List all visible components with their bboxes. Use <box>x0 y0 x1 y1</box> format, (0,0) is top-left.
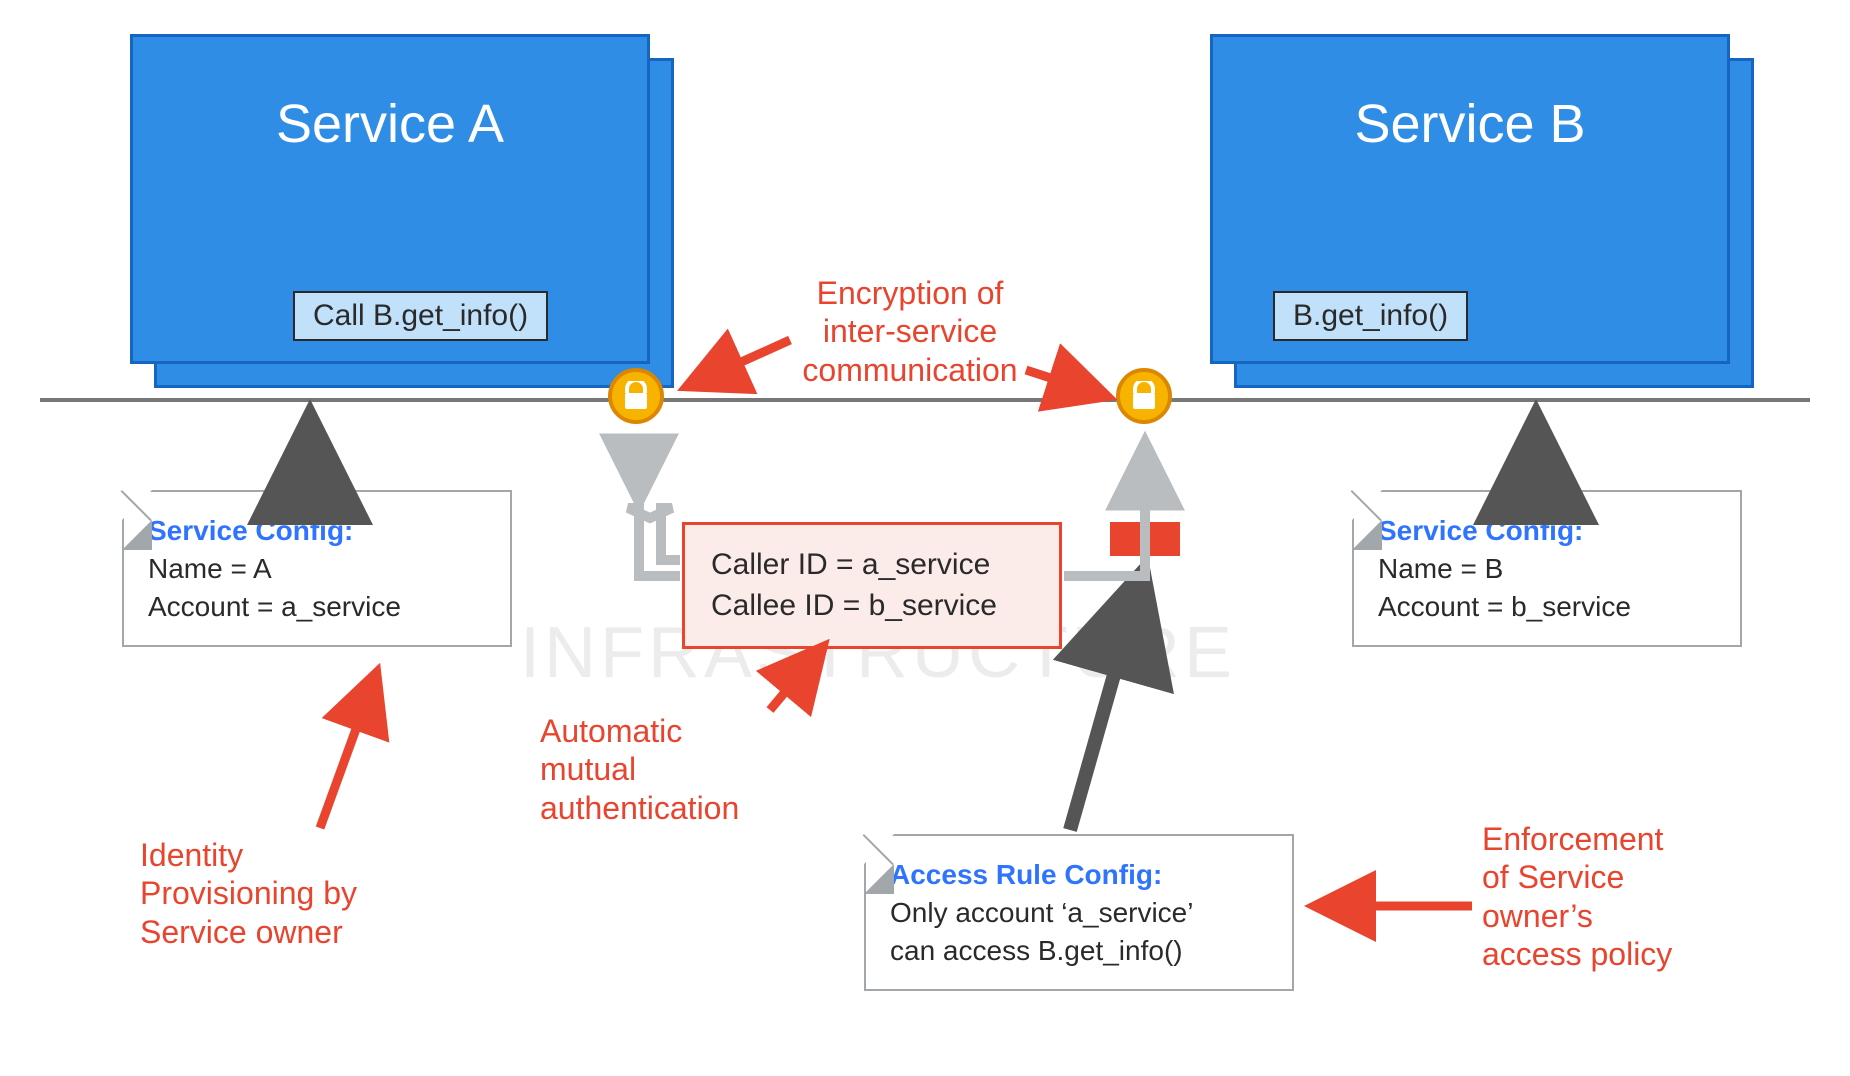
caller-callee-id-box: Caller ID = a_service Callee ID = b_serv… <box>682 522 1062 649</box>
service-a-config-header: Service Config: <box>148 512 486 550</box>
callee-id-line: Callee ID = b_service <box>711 586 1033 627</box>
access-rule-header: Access Rule Config: <box>890 856 1268 894</box>
enforcement-block <box>1110 522 1180 556</box>
arrow-auth-to-idbox <box>770 648 822 710</box>
lock-icon-right <box>1116 368 1172 424</box>
service-b-config-line2: Account = b_service <box>1378 588 1716 626</box>
service-a-chip: Call B.get_info() <box>293 291 548 341</box>
annotation-auth: Automatic mutual authentication <box>540 712 739 827</box>
infrastructure-line <box>40 398 1810 402</box>
service-a-config-line1: Name = A <box>148 550 486 588</box>
service-b-box: Service B B.get_info() <box>1210 34 1730 364</box>
annotation-identity: Identity Provisioning by Service owner <box>140 836 357 951</box>
service-a-box: Service A Call B.get_info() <box>130 34 650 364</box>
lock-icon-left <box>608 368 664 424</box>
service-b-chip: B.get_info() <box>1273 291 1468 341</box>
annotation-enforcement: Enforcement of Service owner’s access po… <box>1482 820 1672 974</box>
service-b-config-note: Service Config: Name = B Account = b_ser… <box>1352 490 1742 647</box>
access-rule-note: Access Rule Config: Only account ‘a_serv… <box>864 834 1294 991</box>
service-b-config-header: Service Config: <box>1378 512 1716 550</box>
access-rule-line1: Only account ‘a_service’ <box>890 894 1268 932</box>
arrow-access-rule-to-block <box>1070 576 1142 830</box>
access-rule-line2: can access B.get_info() <box>890 932 1268 970</box>
service-b-config-line1: Name = B <box>1378 550 1716 588</box>
arrow-identity-to-config-a <box>320 674 376 828</box>
arrow-encryption-to-lock-left <box>688 340 790 386</box>
flow-lock-left-down <box>628 434 680 560</box>
service-a-title: Service A <box>133 93 647 155</box>
caller-id-line: Caller ID = a_service <box>711 545 1033 586</box>
service-b-title: Service B <box>1213 93 1727 155</box>
service-a-config-note: Service Config: Name = A Account = a_ser… <box>122 490 512 647</box>
annotation-encryption: Encryption of inter-service communicatio… <box>780 274 1040 389</box>
service-a-config-line2: Account = a_service <box>148 588 486 626</box>
